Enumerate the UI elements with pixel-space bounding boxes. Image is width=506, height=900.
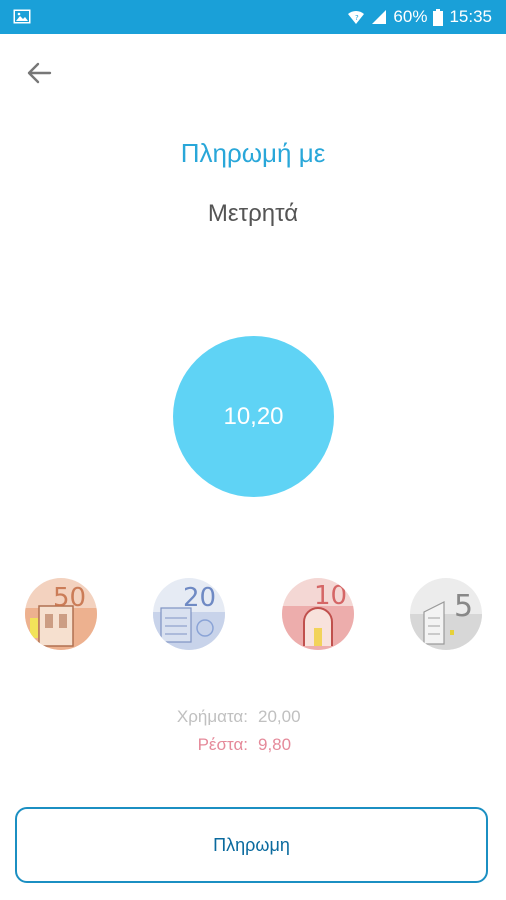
pay-button-label: Πληρωμη bbox=[213, 834, 290, 855]
note-50-label: 50 bbox=[53, 583, 86, 613]
note-20-label: 20 bbox=[183, 583, 216, 613]
change-value: 9,80 bbox=[258, 735, 292, 754]
note-10-label: 10 bbox=[314, 581, 347, 611]
signal-icon bbox=[372, 10, 387, 24]
money-row: Χρήματα: 20,00 bbox=[0, 707, 506, 729]
back-arrow-icon[interactable] bbox=[26, 60, 52, 86]
image-icon bbox=[13, 9, 31, 24]
amount-circle: 10,20 bbox=[173, 336, 334, 497]
money-label: Χρήματα: bbox=[176, 707, 248, 726]
banknote-20-icon: 20 bbox=[153, 578, 225, 650]
battery-percent: 60% bbox=[393, 7, 428, 26]
money-value: 20,00 bbox=[258, 707, 301, 726]
svg-text:?: ? bbox=[355, 14, 359, 22]
battery-icon bbox=[433, 8, 444, 26]
status-bar: ? 60% 15:35 bbox=[0, 0, 506, 34]
note-5-button[interactable]: 5 bbox=[410, 578, 482, 650]
change-label: Ρέστα: bbox=[197, 735, 248, 754]
pay-button[interactable]: Πληρωμη bbox=[15, 807, 488, 883]
note-10-button[interactable]: 10 bbox=[282, 578, 354, 650]
payment-method: Μετρητά bbox=[207, 200, 299, 227]
page-title: Πληρωμή με bbox=[180, 138, 326, 168]
banknote-50-icon: 50 bbox=[25, 578, 97, 650]
note-20-button[interactable]: 20 bbox=[153, 578, 225, 650]
clock: 15:35 bbox=[449, 7, 492, 26]
wifi-icon: ? bbox=[348, 10, 365, 24]
amount-value: 10,20 bbox=[223, 402, 284, 430]
note-5-label: 5 bbox=[454, 589, 473, 624]
banknote-5-icon: 5 bbox=[410, 578, 482, 650]
banknote-10-icon: 10 bbox=[282, 578, 354, 650]
change-row: Ρέστα: 9,80 bbox=[0, 735, 506, 757]
note-50-button[interactable]: 50 bbox=[25, 578, 97, 650]
